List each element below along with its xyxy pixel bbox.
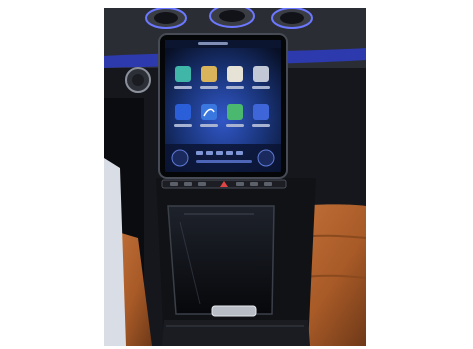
console-tray [167,205,275,315]
app-icon-7[interactable] [227,104,243,120]
app-icon-1[interactable] [175,66,191,82]
climate-right-dial[interactable] [257,149,275,167]
climate-bar [165,144,281,172]
chrome-handle [211,305,257,317]
car-interior-photo [104,8,366,346]
app-icon-3[interactable] [227,66,243,82]
air-vents [145,8,313,29]
app-icon-5[interactable] [175,104,191,120]
app-icon-2[interactable] [201,66,217,82]
climate-left-dial[interactable] [171,149,189,167]
hardware-button-strip [161,179,287,189]
app-icon-8[interactable] [253,104,269,120]
app-icon-4[interactable] [253,66,269,82]
scene [104,8,366,346]
app-icon-6[interactable] [201,104,217,120]
